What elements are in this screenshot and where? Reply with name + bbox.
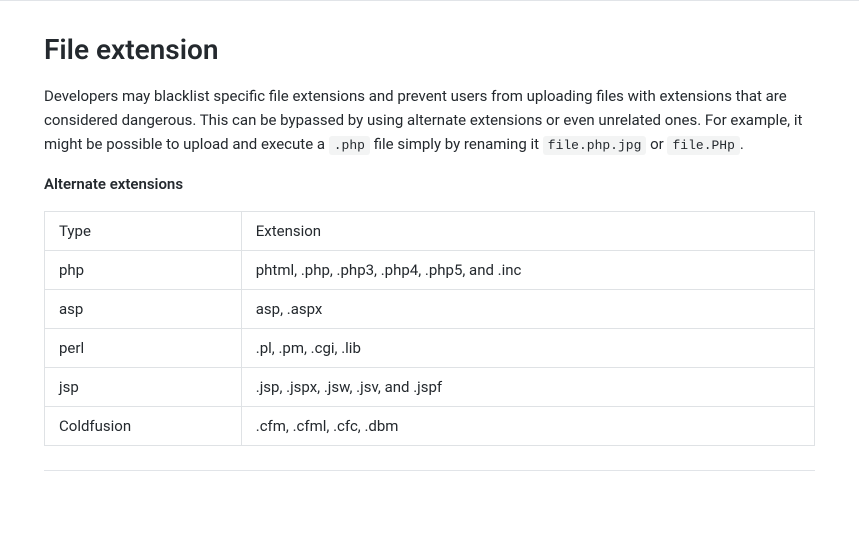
inline-code-php: .php (329, 136, 370, 155)
table-row: php phtml, .php, .php3, .php4, .php5, an… (45, 250, 815, 289)
table-row: perl .pl, .pm, .cgi, .lib (45, 328, 815, 367)
table-cell-type: perl (45, 328, 242, 367)
description-text-3: or (646, 135, 667, 153)
table-header-extension: Extension (241, 211, 814, 250)
description-paragraph: Developers may blacklist specific file e… (44, 84, 815, 157)
table-cell-extension: .cfm, .cfml, .cfc, .dbm (241, 406, 814, 445)
table-cell-type: jsp (45, 367, 242, 406)
inline-code-filename2: file.PHp (667, 136, 739, 155)
description-text-4: . (740, 135, 744, 153)
section-heading: File extension (44, 33, 815, 66)
table-header-type: Type (45, 211, 242, 250)
table-cell-type: Coldfusion (45, 406, 242, 445)
description-text-2: file simply by renaming it (370, 135, 543, 153)
table-row: Coldfusion .cfm, .cfml, .cfc, .dbm (45, 406, 815, 445)
table-cell-extension: .pl, .pm, .cgi, .lib (241, 328, 814, 367)
table-row: asp asp, .aspx (45, 289, 815, 328)
table-cell-type: php (45, 250, 242, 289)
table-cell-type: asp (45, 289, 242, 328)
table-body: Type Extension php phtml, .php, .php3, .… (45, 211, 815, 445)
table-row: jsp .jsp, .jspx, .jsw, .jsv, and .jspf (45, 367, 815, 406)
subheading-alternate-extensions: Alternate extensions (44, 175, 815, 193)
inline-code-filename1: file.php.jpg (543, 136, 647, 155)
table-cell-extension: .jsp, .jspx, .jsw, .jsv, and .jspf (241, 367, 814, 406)
table-header-row: Type Extension (45, 211, 815, 250)
bottom-divider (44, 470, 815, 471)
extensions-table: Type Extension php phtml, .php, .php3, .… (44, 211, 815, 446)
table-cell-extension: phtml, .php, .php3, .php4, .php5, and .i… (241, 250, 814, 289)
table-cell-extension: asp, .aspx (241, 289, 814, 328)
content-container: File extension Developers may blacklist … (0, 1, 859, 495)
